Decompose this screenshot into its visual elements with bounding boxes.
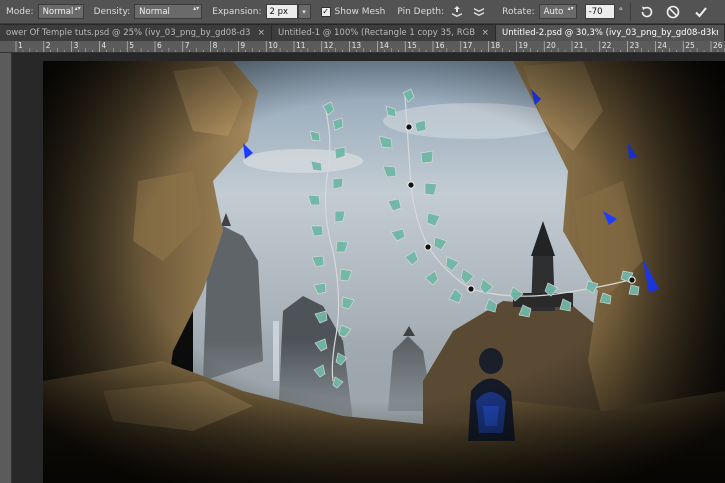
vertical-ruler — [0, 53, 12, 483]
rotate-label: Rotate: — [502, 6, 535, 17]
ruler-label: 14 — [379, 41, 389, 50]
density-select[interactable]: Normal — [134, 4, 203, 19]
cancel-icon[interactable] — [664, 3, 682, 21]
degree-symbol: ° — [618, 6, 624, 17]
ruler-label: 12 — [323, 41, 334, 50]
ruler-label: 11 — [296, 41, 306, 50]
ruler-label: 17 — [462, 41, 473, 50]
ruler-label: 20 — [546, 41, 556, 50]
ruler-label: 7 — [184, 41, 190, 50]
tab-untitled-1[interactable]: Untitled-1 @ 100% (Rectangle 1 copy 35, … — [272, 25, 496, 41]
document-tab-bar: ower Of Temple tuts.psd @ 25% (ivy_03_pn… — [0, 25, 725, 41]
ruler-label: 4 — [101, 41, 107, 50]
reset-icon[interactable] — [638, 3, 656, 21]
rotate-angle-input[interactable]: -70 — [584, 4, 615, 19]
ruler-label: 21 — [574, 41, 584, 50]
ruler-label: 10 — [268, 41, 278, 50]
show-mesh-label: Show Mesh — [334, 6, 386, 17]
ruler-label: 18 — [490, 41, 501, 50]
close-icon[interactable]: × — [481, 28, 489, 38]
ruler-label: 2 — [45, 41, 51, 50]
ruler-label: 25 — [685, 41, 695, 50]
ruler-label: 6 — [157, 41, 162, 50]
ruler-label: 22 — [601, 41, 612, 50]
show-mesh-checkbox[interactable]: ✓ — [320, 6, 331, 17]
pin-depth-label: Pin Depth: — [397, 6, 445, 17]
mode-label: Mode: — [6, 6, 34, 17]
mode-select[interactable]: Normal — [37, 4, 84, 19]
document-canvas[interactable] — [43, 61, 725, 483]
ruler-label: 23 — [629, 41, 640, 50]
ruler-label: 9 — [240, 41, 246, 50]
expansion-label: Expansion: — [212, 6, 262, 17]
ruler-label: 19 — [518, 41, 528, 50]
density-label: Density: — [93, 6, 131, 17]
ruler-label: 8 — [212, 41, 218, 50]
toolbar-separator — [630, 2, 632, 21]
ruler-label: 15 — [407, 41, 417, 50]
ruler-label: 13 — [351, 41, 362, 50]
ruler-label: 16 — [435, 41, 445, 50]
ruler-label: 5 — [129, 41, 134, 50]
ruler-label: 3 — [73, 41, 79, 50]
horizontal-ruler: 1 2 3 4 5 6 7 8 9 10 11 12 13 14 15 16 17 18 19 20 21 22 23 24 2… — [0, 41, 725, 53]
commit-icon[interactable] — [692, 3, 710, 21]
ruler-label: 1 — [18, 41, 23, 50]
close-icon[interactable]: × — [257, 28, 265, 38]
rotate-select[interactable]: Auto — [538, 4, 577, 19]
tab-tower-of-temple[interactable]: ower Of Temple tuts.psd @ 25% (ivy_03_pn… — [0, 25, 272, 41]
expansion-input[interactable]: 2 px — [265, 4, 298, 19]
ruler-label: 26 — [713, 41, 723, 50]
expansion-dropdown-button[interactable]: ▾ — [297, 4, 311, 19]
tab-untitled-2[interactable]: Untitled-2.psd @ 30,3% (ivy_03_png_by_gd… — [496, 25, 725, 41]
pin-depth-forward-icon[interactable] — [448, 3, 466, 21]
pin-depth-backward-icon[interactable] — [470, 3, 488, 21]
canvas-artwork — [43, 61, 725, 483]
options-bar: Mode: Normal Density: Normal Expansion: … — [0, 0, 725, 24]
ruler-label: 24 — [657, 41, 667, 50]
